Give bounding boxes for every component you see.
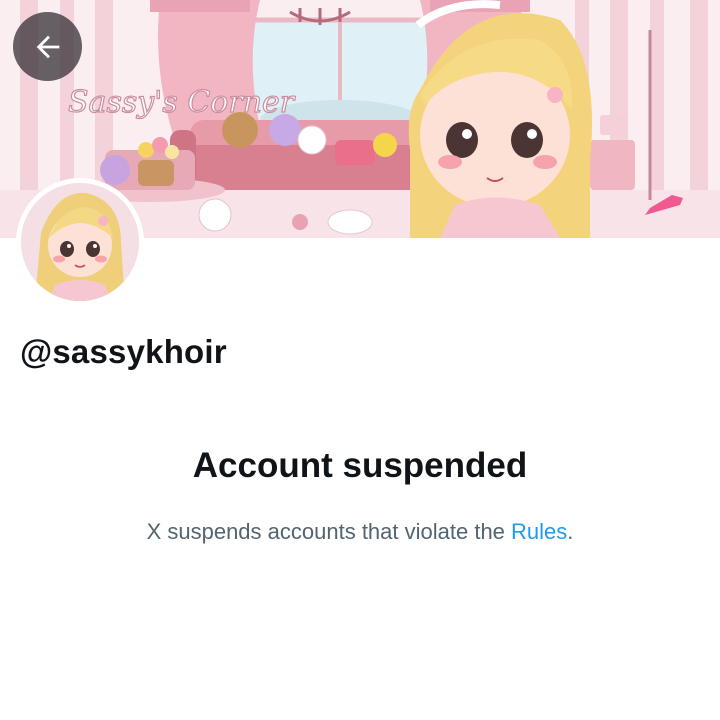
suspended-message-text: X suspends accounts that violate the — [146, 519, 512, 544]
suspended-message-period: . — [567, 519, 574, 544]
avatar-illustration — [21, 183, 139, 301]
suspended-title: Account suspended — [192, 446, 528, 485]
back-button[interactable] — [13, 12, 82, 81]
arrow-left-icon — [36, 35, 59, 58]
profile-handle: @sassykhoir — [20, 333, 227, 370]
rules-link[interactable]: Rules — [511, 519, 567, 544]
profile-avatar[interactable] — [16, 178, 144, 306]
banner-logo-text: Sassy's Corner — [68, 85, 296, 120]
suspended-message: X suspends accounts that violate the Rul… — [0, 519, 720, 545]
